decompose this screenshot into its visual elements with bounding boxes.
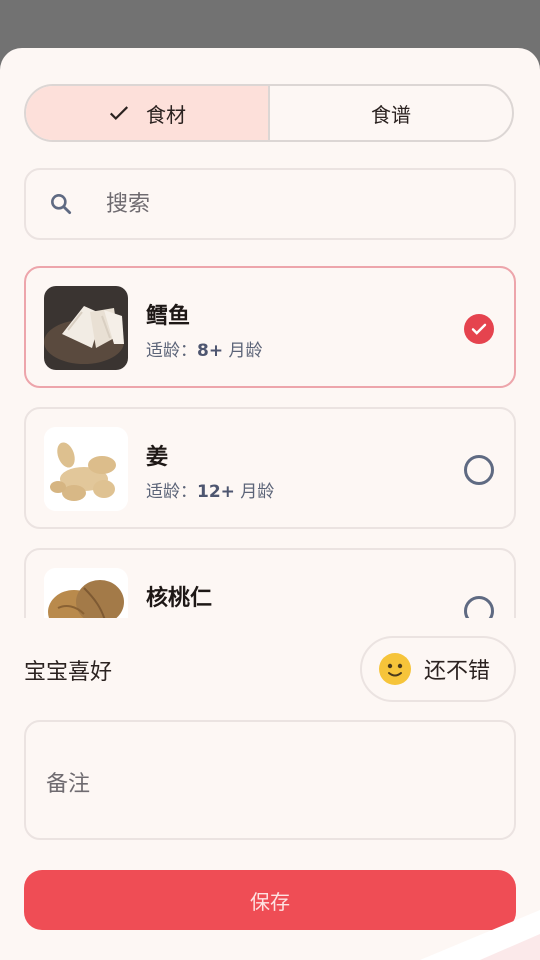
bottom-sheet: 食材 食谱 鳕鱼 适龄：8+ 月龄 [0, 48, 540, 960]
search-icon [48, 191, 74, 217]
ingredient-name: 姜 [146, 445, 169, 470]
corner-decoration [420, 910, 540, 960]
walnut-image [44, 568, 128, 618]
ingredient-name: 鳕鱼 [146, 304, 191, 329]
tab-ingredients[interactable]: 食材 [26, 86, 270, 140]
tab-ingredients-label: 食材 [146, 102, 186, 127]
ingredient-card-cod[interactable]: 鳕鱼 适龄：8+ 月龄 [24, 266, 516, 388]
check-icon [108, 102, 130, 124]
age-value: 12+ [197, 482, 235, 502]
search-input[interactable] [104, 190, 488, 218]
tab-switcher: 食材 食谱 [24, 84, 514, 142]
notes-input[interactable] [44, 764, 488, 808]
search-box[interactable] [24, 168, 516, 240]
preference-chip[interactable]: 还不错 [360, 636, 516, 702]
age-prefix: 适龄： [146, 482, 197, 502]
tab-recipes-label: 食谱 [371, 102, 411, 127]
ingredient-name: 核桃仁 [146, 586, 213, 611]
cod-image [44, 286, 128, 370]
preference-label: 宝宝喜好 [24, 660, 113, 685]
ingredient-list: 鳕鱼 适龄：8+ 月龄 姜 适龄：12+ 月龄 核桃仁 [0, 266, 540, 618]
radio-unchecked[interactable] [464, 596, 494, 618]
smiley-face-icon [378, 652, 412, 686]
age-value: 8+ [197, 341, 224, 361]
ingredient-card-ginger[interactable]: 姜 适龄：12+ 月龄 [24, 407, 516, 529]
age-unit: 月龄 [223, 341, 263, 361]
radio-unchecked[interactable] [464, 455, 494, 485]
ginger-image [44, 427, 128, 511]
selected-check-icon[interactable] [464, 314, 494, 344]
notes-box[interactable] [24, 720, 516, 840]
age-prefix: 适龄： [146, 341, 197, 361]
ingredient-age: 适龄：12+ 月龄 [146, 477, 274, 502]
age-unit: 月龄 [234, 482, 275, 502]
ingredient-card-walnut[interactable]: 核桃仁 [24, 548, 516, 618]
preference-value: 还不错 [424, 659, 491, 684]
tab-recipes[interactable]: 食谱 [270, 86, 512, 140]
ingredient-age: 适龄：8+ 月龄 [146, 336, 262, 361]
